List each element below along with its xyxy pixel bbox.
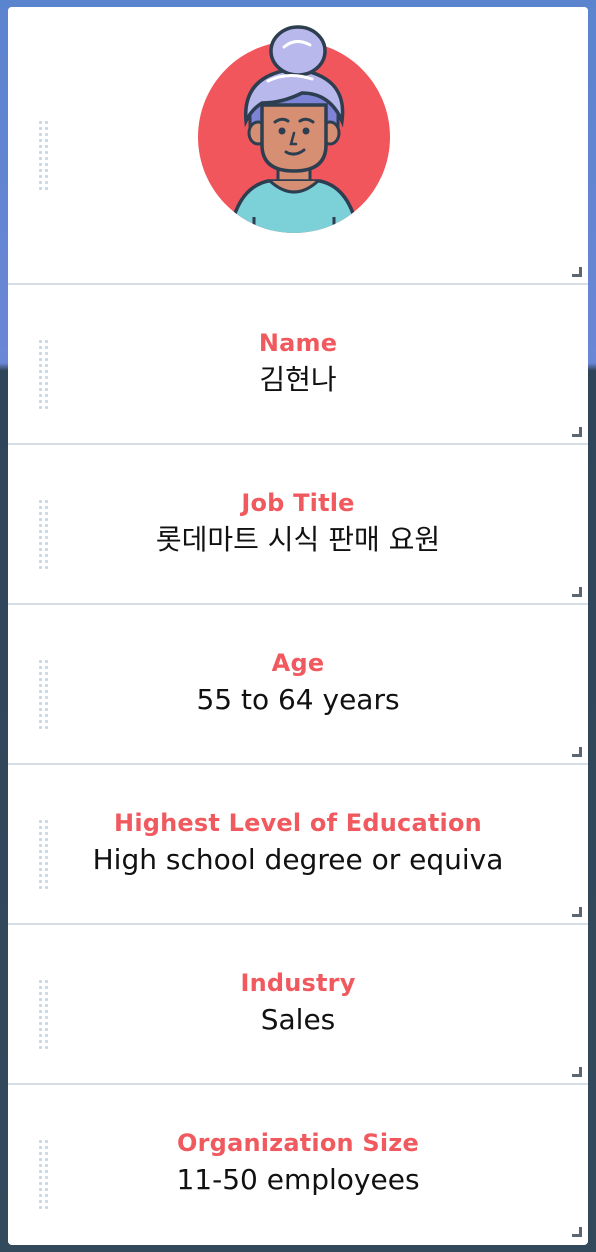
drag-handle-icon[interactable] <box>39 980 51 1049</box>
field-label: Age <box>271 649 325 677</box>
field-label: Name <box>258 329 338 357</box>
field-label: Job Title <box>241 489 355 517</box>
field-card-education[interactable]: Highest Level of Education High school d… <box>8 765 588 925</box>
field-content: Highest Level of Education High school d… <box>78 808 518 880</box>
resize-handle-icon[interactable] <box>572 267 582 277</box>
field-value[interactable]: 롯데마트 시식 판매 요원 <box>78 520 518 560</box>
resize-handle-icon[interactable] <box>572 587 582 597</box>
resize-handle-icon[interactable] <box>572 427 582 437</box>
resize-handle-icon[interactable] <box>572 747 582 757</box>
field-content: Organization Size 11-50 employees <box>78 1128 518 1200</box>
field-value[interactable]: 김현나 <box>78 360 518 400</box>
field-value[interactable]: Sales <box>78 1000 518 1040</box>
resize-handle-icon[interactable] <box>572 1067 582 1077</box>
field-content: Job Title 롯데마트 시식 판매 요원 <box>78 488 518 560</box>
resize-handle-icon[interactable] <box>572 1227 582 1237</box>
avatar-card[interactable] <box>8 7 588 285</box>
field-card-industry[interactable]: Industry Sales <box>8 925 588 1085</box>
persona-avatar-icon <box>198 21 398 233</box>
field-content: Industry Sales <box>78 968 518 1040</box>
field-card-name[interactable]: Name 김현나 <box>8 285 588 445</box>
drag-handle-icon[interactable] <box>39 500 51 569</box>
resize-handle-icon[interactable] <box>572 907 582 917</box>
field-content: Name 김현나 <box>78 328 518 400</box>
field-card-age[interactable]: Age 55 to 64 years <box>8 605 588 765</box>
field-card-job-title[interactable]: Job Title 롯데마트 시식 판매 요원 <box>8 445 588 605</box>
field-content: Age 55 to 64 years <box>78 648 518 720</box>
field-label: Organization Size <box>177 1129 419 1157</box>
field-card-organization-size[interactable]: Organization Size 11-50 employees <box>8 1085 588 1243</box>
drag-handle-icon[interactable] <box>39 340 51 409</box>
drag-handle-icon[interactable] <box>39 660 51 729</box>
field-label: Industry <box>240 969 356 997</box>
field-value[interactable]: 11-50 employees <box>78 1160 518 1200</box>
persona-card-stack: Name 김현나 Job Title 롯데마트 시식 판매 요원 Age 55 … <box>8 7 588 1245</box>
drag-handle-icon[interactable] <box>39 1140 51 1209</box>
drag-handle-icon[interactable] <box>39 820 51 889</box>
field-value[interactable]: High school degree or equiva <box>78 840 518 880</box>
field-label: Highest Level of Education <box>114 809 482 837</box>
field-value[interactable]: 55 to 64 years <box>78 680 518 720</box>
drag-handle-icon[interactable] <box>39 121 51 190</box>
